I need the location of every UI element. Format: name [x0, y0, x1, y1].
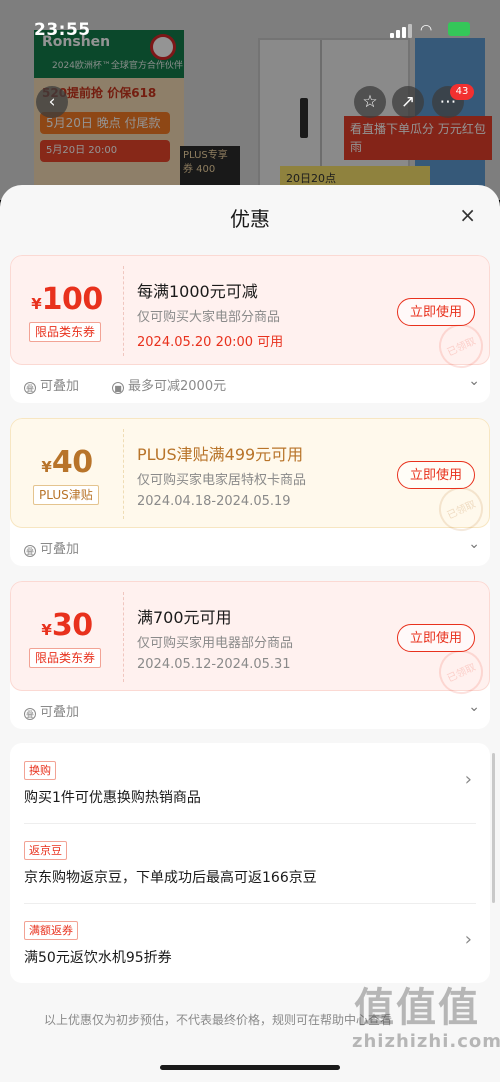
- benefit-item-exchange[interactable]: 换购 购买1件可优惠换购热销商品 ›: [10, 743, 490, 823]
- status-bar: 23:55 ◠: [0, 0, 500, 40]
- benefit-text: 京东购物返京豆，下单成功后最高可返166京豆: [24, 870, 317, 886]
- coupon-divider: [123, 592, 124, 682]
- coupon-title: PLUS津贴满499元可用: [137, 445, 304, 464]
- coupon-body: ¥40 PLUS津贴 PLUS津贴满499元可用 仅可购买家电家居特权卡商品 2…: [10, 418, 490, 539]
- status-icons: ◠: [390, 22, 470, 38]
- max-discount-label: 最多可减2000元: [128, 379, 227, 394]
- coupon-footer[interactable]: 叠可叠加 ⌄: [24, 536, 480, 558]
- use-now-button[interactable]: 立即使用: [397, 461, 475, 489]
- watermark-logo: 值值值: [354, 985, 480, 1031]
- back-icon[interactable]: ‹: [36, 86, 68, 118]
- discount-sheet: 优惠 × ¥100 限品类东券 每满1000元可减 仅可购买大家电部分商品 20…: [0, 185, 500, 1082]
- chevron-right-icon[interactable]: ›: [465, 769, 472, 790]
- stackable-label: 可叠加: [40, 705, 80, 720]
- home-indicator[interactable]: [160, 1065, 340, 1070]
- currency-symbol: ¥: [31, 295, 42, 313]
- coupon-amount-area: ¥40 PLUS津贴: [11, 419, 123, 529]
- stackable-label: 可叠加: [40, 542, 80, 557]
- share-icon[interactable]: ↗: [392, 86, 424, 118]
- signal-icon: [390, 24, 412, 38]
- coupon-divider: [123, 266, 124, 356]
- benefit-tag: 换购: [24, 761, 56, 780]
- coupon-card: ¥40 PLUS津贴 PLUS津贴满499元可用 仅可购买家电家居特权卡商品 2…: [10, 418, 490, 566]
- benefit-item-return-coupon[interactable]: 满额返券 满50元返饮水机95折券 ›: [10, 903, 490, 983]
- use-now-button[interactable]: 立即使用: [397, 624, 475, 652]
- amount-value: 100: [41, 282, 104, 317]
- coupon-footer[interactable]: 叠可叠加 ⌄: [24, 699, 480, 721]
- star-icon[interactable]: ☆: [354, 86, 386, 118]
- coupon-date: 2024.04.18-2024.05.19: [137, 494, 291, 509]
- coupon-description: 仅可购买家电家居特权卡商品: [137, 473, 307, 488]
- benefit-tag: 满额返券: [24, 921, 78, 940]
- message-count-badge: 43: [450, 84, 474, 100]
- coupon-amount-area: ¥100 限品类东券: [11, 256, 123, 366]
- scrollbar[interactable]: [492, 753, 495, 903]
- coupon-type-tag: 限品类东券: [29, 648, 102, 668]
- benefit-text: 满50元返饮水机95折券: [24, 950, 172, 966]
- currency-symbol: ¥: [41, 621, 52, 639]
- close-icon[interactable]: ×: [459, 203, 476, 227]
- sheet-title: 优惠: [230, 207, 270, 231]
- currency-symbol: ¥: [41, 458, 52, 476]
- max-discount-note: ■ 最多可减2000元: [112, 375, 226, 394]
- site-watermark: 值值值 zhizhizhi.com: [346, 975, 500, 1075]
- coupon-card: ¥30 限品类东券 满700元可用 仅可购买家用电器部分商品 2024.05.1…: [10, 581, 490, 729]
- coupon-divider: [123, 429, 124, 519]
- benefit-text: 购买1件可优惠换购热销商品: [24, 790, 201, 806]
- watermark-url: zhizhizhi.com: [352, 1031, 500, 1052]
- coupon-body: ¥30 限品类东券 满700元可用 仅可购买家用电器部分商品 2024.05.1…: [10, 581, 490, 702]
- coupon-type-tag: PLUS津贴: [33, 485, 99, 505]
- stack-icon: 叠: [24, 708, 36, 720]
- disclaimer-text: 以上优惠仅为初步预估，不代表最终价格，规则可在帮助中心查看: [44, 1013, 393, 1027]
- coupon-amount: ¥40: [11, 445, 123, 480]
- coupon-type-tag: 限品类东券: [29, 322, 102, 342]
- coupon-date: 2024.05.20 20:00 可用: [137, 335, 284, 350]
- battery-icon: [448, 22, 470, 36]
- coupon-description: 仅可购买大家电部分商品: [137, 310, 281, 325]
- chevron-down-icon[interactable]: ⌄: [468, 536, 480, 552]
- benefits-panel: 换购 购买1件可优惠换购热销商品 › 返京豆 京东购物返京豆，下单成功后最高可返…: [10, 743, 490, 983]
- amount-value: 40: [51, 445, 93, 480]
- stack-icon: 叠: [24, 382, 36, 394]
- chevron-right-icon[interactable]: ›: [465, 929, 472, 950]
- benefit-tag: 返京豆: [24, 841, 67, 860]
- stackable-note: 叠可叠加: [24, 701, 79, 720]
- coupon-amount: ¥100: [11, 282, 123, 317]
- wifi-icon: ◠: [420, 22, 433, 38]
- coupon-amount-area: ¥30 限品类东券: [11, 582, 123, 692]
- stackable-note: 叠可叠加: [24, 375, 79, 394]
- benefit-item-jd-beans: 返京豆 京东购物返京豆，下单成功后最高可返166京豆: [10, 823, 490, 903]
- stack-icon: 叠: [24, 545, 36, 557]
- coupon-date: 2024.05.12-2024.05.31: [137, 657, 291, 672]
- coupon-title: 满700元可用: [137, 608, 232, 627]
- coupon-body: ¥100 限品类东券 每满1000元可减 仅可购买大家电部分商品 2024.05…: [10, 255, 490, 376]
- coupon-description: 仅可购买家用电器部分商品: [137, 636, 294, 651]
- coupon-footer[interactable]: 叠可叠加 ■ 最多可减2000元 ⌄: [24, 373, 480, 395]
- limit-icon: ■: [112, 382, 124, 394]
- coupon-amount: ¥30: [11, 608, 123, 643]
- use-now-button[interactable]: 立即使用: [397, 298, 475, 326]
- amount-value: 30: [51, 608, 93, 643]
- chevron-down-icon[interactable]: ⌄: [468, 699, 480, 715]
- product-page-background: Ronshen 2024欧洲杯™全球官方合作伙伴 520提前抢 价保618 5月…: [0, 0, 500, 200]
- coupon-title: 每满1000元可减: [137, 282, 258, 301]
- stackable-label: 可叠加: [40, 379, 80, 394]
- stackable-note: 叠可叠加: [24, 538, 79, 557]
- coupon-card: ¥100 限品类东券 每满1000元可减 仅可购买大家电部分商品 2024.05…: [10, 255, 490, 403]
- chevron-down-icon[interactable]: ⌄: [468, 373, 480, 389]
- status-time: 23:55: [34, 20, 91, 40]
